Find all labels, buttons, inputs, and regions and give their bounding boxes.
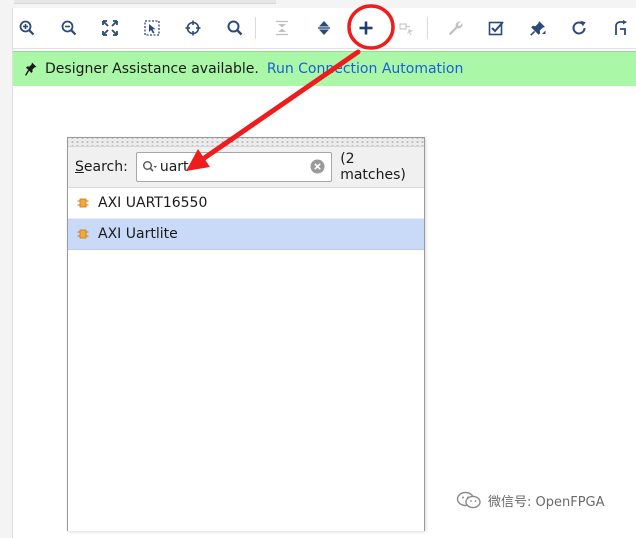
watermark-text: 微信号: OpenFPGA [488, 494, 605, 510]
zoom-out-icon [61, 20, 77, 36]
designer-assistance-banner: Designer Assistance available. Run Conne… [13, 51, 636, 87]
regenerate-layout-icon [572, 20, 586, 35]
validate-design-button[interactable] [481, 10, 512, 46]
zoom-in-icon [19, 20, 35, 36]
ip-chip-icon [77, 198, 89, 208]
list-item[interactable]: AXI Uartlite [68, 219, 424, 250]
ip-results-list: AXI UART16550 AXI Uartlite [68, 188, 424, 250]
expand-all-icon [317, 21, 330, 35]
search-row: Search: (2 matches) [68, 147, 424, 188]
optimize-routing-icon [614, 20, 627, 35]
search-label: Search: [75, 159, 128, 175]
optimize-routing-button[interactable] [605, 10, 636, 46]
zoom-fit-icon [102, 20, 119, 36]
zoom-area-icon [144, 20, 160, 36]
clear-search-icon[interactable] [310, 159, 325, 174]
auto-fit-selection-icon [185, 20, 201, 36]
auto-fit-selection-button[interactable] [178, 10, 209, 46]
left-panel-edge [0, 8, 13, 538]
search-button[interactable] [220, 10, 251, 46]
pin-icon [529, 21, 546, 36]
search-field[interactable] [135, 152, 333, 182]
search-filter-icon[interactable] [142, 160, 158, 174]
banner-message: Designer Assistance available. [45, 61, 259, 77]
search-icon [227, 20, 243, 36]
validate-design-icon [488, 21, 504, 36]
make-connection-button[interactable] [392, 10, 423, 46]
search-label-text: earch: [83, 159, 128, 175]
add-ip-icon [359, 21, 372, 35]
zoom-area-button[interactable] [137, 10, 168, 46]
match-count: (2 matches) [340, 151, 406, 183]
wrench-button[interactable] [439, 10, 470, 46]
pin-button[interactable] [522, 10, 553, 46]
ip-chip-icon [77, 229, 89, 239]
collapse-all-button[interactable] [267, 10, 298, 46]
add-ip-button[interactable] [350, 10, 381, 46]
editor-tab[interactable] [14, 0, 276, 4]
zoom-out-button[interactable] [54, 10, 85, 46]
editor-tab-strip [0, 0, 636, 8]
search-label-accelerator: S [75, 159, 84, 175]
list-item-label: AXI UART16550 [98, 195, 208, 211]
run-connection-automation-link[interactable]: Run Connection Automation [267, 61, 464, 77]
expand-all-button[interactable] [309, 10, 340, 46]
regenerate-layout-button[interactable] [564, 10, 595, 46]
collapse-all-icon [276, 20, 289, 36]
list-item-label: AXI Uartlite [98, 226, 178, 242]
wrench-icon [448, 21, 463, 36]
diagram-toolbar [0, 8, 636, 538]
zoom-in-button[interactable] [12, 10, 43, 46]
watermark: 微信号: OpenFPGA [456, 488, 605, 512]
list-item[interactable]: AXI UART16550 [68, 188, 424, 219]
make-connection-icon [399, 23, 414, 36]
search-input[interactable] [157, 159, 300, 175]
toolbar-separator [427, 17, 429, 39]
zoom-fit-button[interactable] [95, 10, 126, 46]
popup-drag-handle[interactable] [68, 138, 424, 147]
add-ip-popup: Search: (2 matches) A [67, 137, 425, 531]
wechat-logo-icon [456, 491, 481, 509]
toolbar-separator [255, 17, 257, 39]
pin-icon [25, 62, 37, 76]
